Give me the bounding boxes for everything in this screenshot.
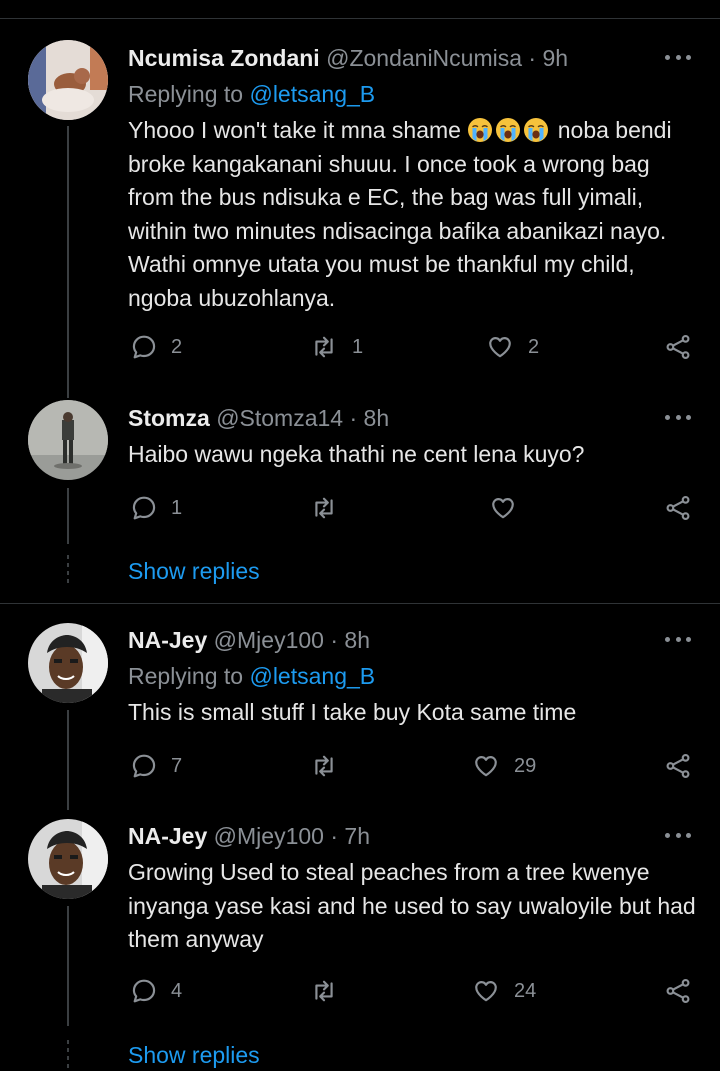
retweet-icon: [310, 495, 338, 521]
tweet-text: Growing Used to steal peaches from a tre…: [128, 859, 696, 952]
separator: ·: [349, 405, 358, 431]
author-handle[interactable]: @Mjey100: [214, 823, 324, 849]
thread-divider: [0, 603, 720, 604]
reply-count: 2: [171, 335, 183, 358]
mention-link[interactable]: @letsang_B: [249, 81, 375, 107]
reply-count: 7: [171, 754, 183, 777]
reply-count: 4: [171, 979, 183, 1002]
loudly-crying-face-icon: [523, 117, 549, 143]
avatar-photo: [28, 40, 108, 120]
reply-icon: [131, 334, 157, 360]
reply-button[interactable]: 4: [131, 978, 182, 1004]
author-name[interactable]: NA-Jey: [128, 823, 207, 849]
thread-line: [67, 126, 69, 398]
retweet-button[interactable]: [310, 495, 338, 521]
thread-line: [67, 710, 69, 810]
avatar-photo: [28, 400, 108, 480]
share-button[interactable]: [665, 495, 691, 521]
more-icon[interactable]: [665, 830, 691, 840]
share-icon: [665, 495, 691, 521]
avatar[interactable]: [28, 40, 108, 120]
tweet-text: This is small stuff I take buy Kota same…: [128, 699, 577, 725]
like-button[interactable]: [489, 495, 517, 521]
more-icon[interactable]: [665, 52, 691, 62]
avatar[interactable]: [28, 819, 108, 899]
like-count: 29: [514, 754, 537, 777]
like-count: 24: [514, 979, 537, 1002]
thread-line: [67, 906, 69, 1026]
more-icon[interactable]: [665, 634, 691, 644]
avatar[interactable]: [28, 623, 108, 703]
avatar-photo: [28, 623, 108, 703]
thread-line: [67, 488, 69, 544]
reply-button[interactable]: 1: [131, 495, 182, 521]
like-button[interactable]: 24: [472, 978, 536, 1004]
reply-count: 1: [171, 496, 183, 519]
show-replies-link[interactable]: Show replies: [128, 557, 260, 585]
tweet-text-part-1: Yhooo I won't take it mna shame: [128, 117, 461, 143]
replying-to: Replying to @letsang_B: [128, 662, 375, 690]
thread-gap-dots: [67, 555, 69, 585]
reply-icon: [131, 753, 157, 779]
thread-gap-dots: [67, 1040, 69, 1070]
author-handle[interactable]: @Mjey100: [214, 627, 324, 653]
avatar-photo: [28, 819, 108, 899]
timestamp[interactable]: 8h: [344, 627, 370, 653]
mention-link[interactable]: @letsang_B: [249, 663, 375, 689]
loudly-crying-face-icon: [495, 117, 521, 143]
like-icon: [472, 753, 500, 779]
retweet-icon: [310, 753, 338, 779]
like-icon: [486, 334, 514, 360]
retweet-button[interactable]: 1: [310, 334, 363, 360]
reply-button[interactable]: 7: [131, 753, 182, 779]
share-button[interactable]: [665, 978, 691, 1004]
tweet-text-part-2: noba bendi broke kangakanani shuuu. I on…: [128, 117, 672, 311]
author-name[interactable]: Ncumisa Zondani: [128, 45, 320, 71]
timestamp[interactable]: 9h: [542, 45, 568, 71]
replying-to: Replying to @letsang_B: [128, 80, 375, 108]
like-icon: [489, 495, 517, 521]
share-button[interactable]: [665, 753, 691, 779]
author-handle[interactable]: @Stomza14: [216, 405, 343, 431]
reply-button[interactable]: 2: [131, 334, 182, 360]
retweet-button[interactable]: [310, 753, 338, 779]
avatar[interactable]: [28, 400, 108, 480]
tweet-text: Yhooo I won't take it mna shame noba ben…: [128, 114, 698, 315]
timestamp[interactable]: 8h: [364, 405, 390, 431]
show-replies-link[interactable]: Show replies: [128, 1041, 260, 1069]
timestamp[interactable]: 7h: [344, 823, 370, 849]
more-icon[interactable]: [665, 412, 691, 422]
share-icon: [665, 978, 691, 1004]
share-icon: [665, 334, 691, 360]
separator: ·: [330, 627, 339, 653]
top-divider: [0, 18, 720, 19]
share-icon: [665, 753, 691, 779]
tweet-text: Haibo wawu ngeka thathi ne cent lena kuy…: [128, 441, 585, 467]
retweet-icon: [310, 334, 338, 360]
author-handle[interactable]: @ZondaniNcumisa: [326, 45, 522, 71]
like-count: 2: [528, 335, 540, 358]
separator: ·: [528, 45, 537, 71]
share-button[interactable]: [665, 334, 691, 360]
replying-to-label: Replying to: [128, 81, 244, 107]
retweet-icon: [310, 978, 338, 1004]
replying-to-label: Replying to: [128, 663, 244, 689]
reply-icon: [131, 978, 157, 1004]
separator: ·: [330, 823, 339, 849]
like-button[interactable]: 2: [486, 334, 539, 360]
author-name[interactable]: NA-Jey: [128, 627, 207, 653]
retweet-button[interactable]: [310, 978, 338, 1004]
author-name[interactable]: Stomza: [128, 405, 210, 431]
loudly-crying-face-icon: [467, 117, 493, 143]
retweet-count: 1: [352, 335, 364, 358]
reply-icon: [131, 495, 157, 521]
like-button[interactable]: 29: [472, 753, 536, 779]
like-icon: [472, 978, 500, 1004]
